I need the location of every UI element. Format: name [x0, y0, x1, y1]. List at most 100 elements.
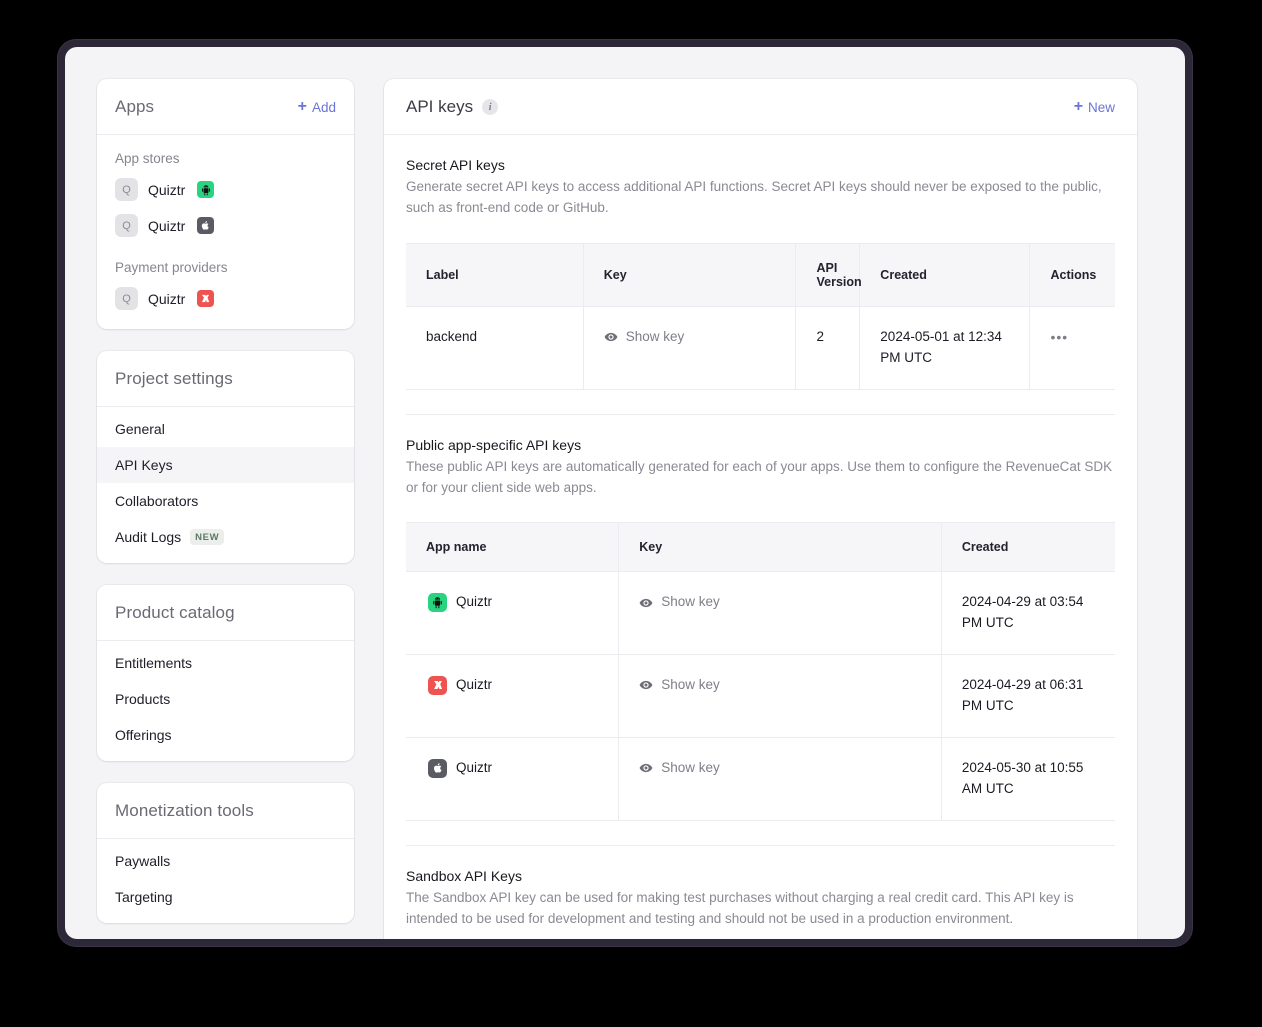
- section-title: Public app-specific API keys: [406, 436, 582, 453]
- divider: [406, 413, 1116, 415]
- show-key-label: Show key: [661, 759, 720, 775]
- sidebar-item-targeting[interactable]: Targeting: [97, 879, 354, 915]
- app-row[interactable]: Q Quiztr: [97, 281, 354, 317]
- sidebar-item-label: Offerings: [115, 727, 172, 743]
- table-header-row: Label Key API Version Created Actions: [406, 242, 1116, 307]
- show-key-button[interactable]: Show key: [639, 758, 720, 779]
- product-catalog-header: Product catalog: [97, 585, 354, 641]
- eye-icon: [639, 681, 653, 690]
- app-row[interactable]: Q Quiztr: [97, 208, 354, 244]
- show-key-label: Show key: [661, 677, 720, 692]
- sidebar-item-products[interactable]: Products: [97, 681, 354, 717]
- sidebar-item-general[interactable]: General: [97, 411, 354, 447]
- add-app-label: Add: [311, 99, 336, 115]
- eye-icon: [639, 598, 653, 607]
- apps-title: Apps: [115, 97, 155, 116]
- cell-key: Show key: [583, 306, 797, 390]
- public-api-keys-table: App name Key Created Quiztr Show key 202…: [406, 522, 1116, 821]
- project-settings-card: Project settings General API Keys Collab…: [97, 351, 354, 563]
- info-icon[interactable]: i: [482, 99, 499, 115]
- plus-icon: +: [297, 98, 307, 115]
- avatar: Q: [115, 287, 138, 310]
- table-row: Quiztr Show key 2: [406, 654, 1116, 738]
- show-key-button[interactable]: Show key: [639, 675, 720, 696]
- show-key-button[interactable]: Show key: [639, 592, 720, 613]
- project-settings-title: Project settings: [115, 369, 233, 388]
- group-label-payment-providers: Payment providers: [115, 260, 228, 275]
- app-name: Quiztr: [456, 677, 493, 692]
- apps-card-header: Apps + Add: [97, 79, 354, 135]
- table-row: backend Show key 2 2024-05-01 at 12:34 P…: [406, 306, 1116, 390]
- product-catalog-nav: Entitlements Products Offerings: [97, 641, 354, 761]
- app-name: Quiztr: [148, 290, 186, 307]
- avatar: Q: [115, 178, 138, 201]
- column-header-created: Created: [859, 242, 1031, 307]
- add-app-button[interactable]: + Add: [298, 99, 336, 115]
- section-title: Sandbox API Keys: [406, 867, 522, 884]
- monetization-tools-nav: Paywalls Targeting: [97, 839, 354, 923]
- public-api-keys-section: Public app-specific API keys These publi…: [384, 437, 1137, 499]
- app-name: Quiztr: [456, 759, 493, 775]
- sidebar-item-api-keys[interactable]: API Keys: [97, 447, 354, 483]
- eye-icon: [604, 333, 618, 342]
- app-row[interactable]: Q Quiztr: [97, 172, 354, 208]
- new-api-key-button[interactable]: + New: [1074, 99, 1115, 115]
- ellipsis-icon[interactable]: •••: [1050, 329, 1068, 345]
- sidebar-item-label: API Keys: [115, 457, 173, 473]
- cell-api-version: 2: [795, 306, 861, 390]
- app-name: Quiztr: [148, 217, 186, 234]
- app-cell: Quiztr: [426, 675, 598, 696]
- sidebar-item-label: Targeting: [115, 889, 173, 905]
- apple-icon: [197, 217, 215, 234]
- group-label-app-stores: App stores: [115, 151, 180, 166]
- sidebar-item-offerings[interactable]: Offerings: [97, 717, 354, 753]
- monetization-tools-title: Monetization tools: [115, 801, 254, 820]
- apple-icon: [428, 758, 447, 778]
- cell-app-name: Quiztr: [406, 571, 620, 655]
- avatar: Q: [115, 214, 138, 237]
- cell-created: 2024-04-29 at 06:31 PM UTC: [941, 654, 1116, 738]
- main-body: Secret API keys Generate secret API keys…: [384, 135, 1137, 939]
- sidebar-item-audit-logs[interactable]: Audit Logs NEW: [97, 519, 354, 555]
- section-description: These public API keys are automatically …: [406, 458, 1113, 495]
- sidebar-item-label: Entitlements: [115, 655, 193, 671]
- section-description: The Sandbox API key can be used for maki…: [406, 889, 1074, 927]
- section-description: Generate secret API keys to access addit…: [406, 179, 1102, 216]
- screen-root: Apps + Add App stores Q Quiztr Q Quiztr …: [0, 0, 1262, 1027]
- column-header-created: Created: [941, 522, 1116, 573]
- app-cell: Quiztr: [426, 592, 598, 613]
- sidebar-item-paywalls[interactable]: Paywalls: [97, 843, 354, 879]
- android-icon: [428, 593, 447, 613]
- monetization-tools-header: Monetization tools: [97, 783, 354, 839]
- cell-actions: •••: [1029, 306, 1116, 390]
- page-title-wrap: API keys i: [406, 97, 499, 117]
- divider: [406, 844, 1116, 846]
- stripe-icon: [197, 290, 215, 307]
- secret-api-keys-section: Secret API keys Generate secret API keys…: [384, 157, 1137, 219]
- product-catalog-title: Product catalog: [115, 603, 235, 622]
- show-key-label: Show key: [625, 328, 685, 344]
- column-header-label: Label: [406, 242, 584, 307]
- column-header-actions: Actions: [1029, 242, 1116, 307]
- plus-icon: +: [1073, 98, 1084, 115]
- sidebar-item-label: General: [115, 421, 165, 437]
- window-content: Apps + Add App stores Q Quiztr Q Quiztr …: [65, 47, 1185, 939]
- cell-created: 2024-05-01 at 12:34 PM UTC: [859, 306, 1031, 390]
- app-cell: Quiztr: [426, 758, 598, 779]
- sidebar-item-collaborators[interactable]: Collaborators: [97, 483, 354, 519]
- column-header-app-name: App name: [406, 522, 620, 573]
- show-key-button[interactable]: Show key: [604, 327, 685, 348]
- sidebar-item-entitlements[interactable]: Entitlements: [97, 645, 354, 681]
- secret-api-keys-table: Label Key API Version Created Actions ba…: [406, 242, 1116, 390]
- sidebar-item-label: Paywalls: [115, 853, 171, 869]
- show-key-label: Show key: [661, 594, 720, 610]
- table-row: Quiztr Show key 2: [406, 571, 1116, 655]
- cell-created: 2024-04-29 at 03:54 PM UTC: [941, 571, 1116, 655]
- page-title: API keys: [406, 97, 474, 116]
- apps-card: Apps + Add App stores Q Quiztr Q Quiztr …: [97, 79, 354, 329]
- sidebar-item-label: Audit Logs: [115, 529, 182, 545]
- main-panel: API keys i + New Secret API keys Generat…: [384, 79, 1138, 939]
- project-settings-nav: General API Keys Collaborators Audit Log…: [97, 407, 354, 563]
- sidebar: Apps + Add App stores Q Quiztr Q Quiztr …: [97, 79, 354, 939]
- product-catalog-card: Product catalog Entitlements Products Of…: [97, 585, 354, 761]
